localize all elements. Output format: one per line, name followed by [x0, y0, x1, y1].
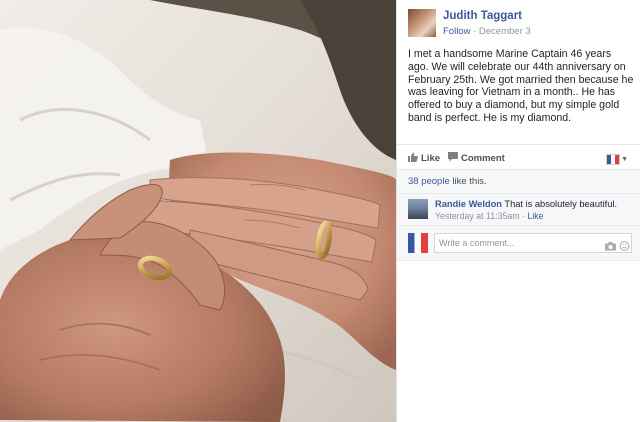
language-selector[interactable]: ▼: [606, 151, 628, 169]
comment-input[interactable]: [434, 233, 632, 253]
smiley-icon[interactable]: [619, 238, 630, 251]
france-flag-icon: [606, 154, 621, 166]
post-date[interactable]: December 3: [479, 26, 531, 37]
author-name-link[interactable]: Judith Taggart: [443, 10, 522, 22]
comment-body: Randie Weldon That is absolutely beautif…: [435, 199, 617, 209]
like-button[interactable]: Like: [408, 152, 440, 165]
chevron-down-icon: ▼: [621, 156, 628, 164]
post-text: I met a handsome Marine Captain 46 years…: [408, 48, 634, 124]
thumbs-up-icon: [408, 152, 418, 165]
comment-button[interactable]: Comment: [448, 152, 505, 165]
comment-label: Comment: [461, 153, 505, 165]
comment-meta: Yesterday at 11:35am · Like: [435, 211, 544, 221]
likes-suffix: like this.: [449, 176, 487, 187]
comment-like-link[interactable]: Like: [527, 211, 543, 221]
comment-composer: [397, 226, 640, 261]
like-label: Like: [421, 153, 441, 165]
meta-separator: ·: [470, 26, 479, 37]
follow-link[interactable]: Follow: [443, 26, 470, 37]
commenter-avatar[interactable]: [408, 199, 428, 219]
comment-item: Randie Weldon That is absolutely beautif…: [397, 194, 640, 226]
post-header: Judith Taggart Follow · December 3: [408, 9, 632, 41]
comment-text: That is absolutely beautiful.: [501, 199, 618, 209]
speech-bubble-icon: [448, 152, 458, 165]
post-photo[interactable]: [0, 0, 396, 422]
likes-summary: 38 people like this.: [397, 170, 640, 194]
likes-count-link[interactable]: 38 people: [408, 176, 450, 187]
comment-timestamp[interactable]: Yesterday at 11:35am: [435, 211, 520, 221]
post-meta: Follow · December 3: [443, 26, 531, 37]
hands-with-wedding-rings-photo: [0, 0, 396, 422]
post-sidebar: Judith Taggart Follow · December 3 I met…: [396, 0, 640, 422]
viewer-avatar: [408, 233, 428, 253]
commenter-name-link[interactable]: Randie Weldon: [435, 199, 502, 209]
author-avatar[interactable]: [408, 9, 436, 37]
action-bar: Like Comment ▼: [397, 144, 640, 170]
camera-icon[interactable]: [605, 238, 616, 251]
